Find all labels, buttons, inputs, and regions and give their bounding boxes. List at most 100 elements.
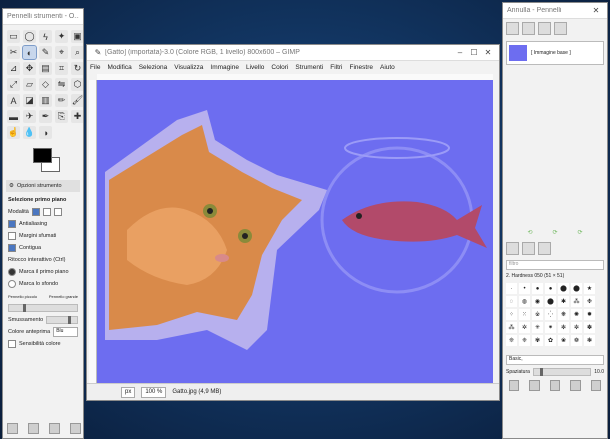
menu-file[interactable]: File <box>90 64 100 71</box>
mode-add-icon[interactable] <box>42 208 51 216</box>
brush-item[interactable]: ⁂ <box>506 322 517 333</box>
brush-item[interactable]: ❀ <box>558 335 569 346</box>
contiguous-row[interactable]: Contigua <box>3 242 83 254</box>
brush-item[interactable]: ✹ <box>584 309 595 320</box>
unit-select[interactable]: px <box>121 386 136 398</box>
new-brush-icon[interactable] <box>529 380 540 391</box>
brush-item[interactable]: ❊ <box>506 335 517 346</box>
brush-item[interactable]: ✼ <box>571 322 582 333</box>
scissors-tool-icon[interactable]: ✂ <box>7 46 20 59</box>
menu-layer[interactable]: Livello <box>246 64 264 71</box>
color-select-tool-icon[interactable]: ▣ <box>71 30 83 43</box>
paintbrush-tool-icon[interactable]: 🖌 <box>71 94 83 107</box>
paths-tab-icon[interactable] <box>538 22 551 35</box>
brush-item[interactable]: ✾ <box>532 335 543 346</box>
zoom-tool-icon[interactable]: ⌕ <box>71 46 83 59</box>
eraser-tool-icon[interactable]: ▬ <box>7 110 20 123</box>
brush-item[interactable]: · <box>506 283 517 294</box>
brush-item[interactable]: ⁕ <box>545 322 556 333</box>
airbrush-tool-icon[interactable]: ✈ <box>23 110 36 123</box>
text-tool-icon[interactable]: A <box>7 94 20 107</box>
cage-tool-icon[interactable]: ⬡ <box>71 78 83 91</box>
mode-subtract-icon[interactable] <box>53 208 62 216</box>
undo-icon[interactable]: ⟲ <box>527 229 532 236</box>
pencil-tool-icon[interactable]: ✏ <box>55 94 68 107</box>
history-item[interactable]: [ Immagine base ] <box>506 41 604 65</box>
foreground-select-tool-icon[interactable]: ◐ <box>22 45 37 60</box>
brush-item[interactable]: • <box>519 283 530 294</box>
minimize-icon[interactable]: – <box>453 48 467 57</box>
toolbox-titlebar[interactable]: Pennelli strumenti - O... <box>3 9 83 25</box>
duplicate-brush-icon[interactable] <box>549 380 561 391</box>
brush-item[interactable]: ◉ <box>532 296 543 307</box>
patterns-tab-icon[interactable] <box>522 242 535 255</box>
stroke-width-slider[interactable] <box>8 304 78 312</box>
brush-item[interactable]: ✱ <box>558 296 569 307</box>
feather-row[interactable]: Margini sfumati <box>3 230 83 242</box>
rotate-tool-icon[interactable]: ↻ <box>71 62 83 75</box>
paths-tool-icon[interactable]: ✎ <box>39 46 52 59</box>
image-canvas[interactable] <box>97 80 493 384</box>
gradient-tool-icon[interactable]: ▥ <box>39 94 52 107</box>
brush-item[interactable]: ❈ <box>519 335 530 346</box>
mark-foreground-radio[interactable] <box>8 268 16 276</box>
contiguous-checkbox[interactable] <box>8 244 16 252</box>
brush-item[interactable]: ※ <box>532 309 543 320</box>
brush-item[interactable]: ⬤ <box>558 283 569 294</box>
menu-tools[interactable]: Strumenti <box>295 64 323 71</box>
tool-options-tab[interactable]: ⚙ Opzioni strumento <box>6 180 80 192</box>
reset-options-icon[interactable] <box>70 423 81 434</box>
heal-tool-icon[interactable]: ✚ <box>71 110 83 123</box>
flip-tool-icon[interactable]: ⇋ <box>55 78 68 91</box>
fuzzy-select-tool-icon[interactable]: ✦ <box>55 30 68 43</box>
brush-item[interactable]: ● <box>545 283 556 294</box>
vertical-ruler[interactable] <box>89 80 97 384</box>
measure-tool-icon[interactable]: ⊿ <box>7 62 20 75</box>
blur-tool-icon[interactable]: 💧 <box>23 126 36 139</box>
zoom-select[interactable]: 100 % <box>141 386 167 398</box>
ellipse-select-tool-icon[interactable]: ◯ <box>23 30 36 43</box>
undo-tab-icon[interactable] <box>554 22 567 35</box>
menu-edit[interactable]: Modifica <box>107 64 131 71</box>
brush-item[interactable]: ⁛ <box>545 309 556 320</box>
stroke-width-knob[interactable] <box>22 304 26 312</box>
shear-tool-icon[interactable]: ▱ <box>23 78 36 91</box>
brush-item[interactable]: ⁂ <box>571 296 582 307</box>
dock-titlebar[interactable]: Annulla - Pennelli ✕ <box>503 3 607 19</box>
feather-checkbox[interactable] <box>8 232 16 240</box>
menu-view[interactable]: Visualizza <box>174 64 203 71</box>
redo-icon[interactable]: ⟳ <box>552 229 557 236</box>
close-icon[interactable]: ✕ <box>481 48 495 57</box>
brush-item[interactable]: ⁘ <box>506 309 517 320</box>
menu-windows[interactable]: Finestre <box>350 64 373 71</box>
brush-item[interactable]: ❁ <box>571 335 582 346</box>
antialiasing-row[interactable]: Antialiasing <box>3 218 83 230</box>
restore-options-icon[interactable] <box>28 423 39 434</box>
menu-help[interactable]: Aiuto <box>380 64 395 71</box>
edit-brush-icon[interactable] <box>509 380 520 391</box>
antialiasing-checkbox[interactable] <box>8 220 16 228</box>
image-titlebar[interactable]: ✎ [Gatto] (importata)-3.0 (Colore RGB, 1… <box>87 45 499 61</box>
maximize-icon[interactable]: ☐ <box>467 48 481 57</box>
brush-set-select[interactable]: Basic, <box>506 355 604 365</box>
smoothing-knob[interactable] <box>68 316 72 324</box>
layers-tab-icon[interactable] <box>506 22 519 35</box>
menu-select[interactable]: Seleziona <box>139 64 168 71</box>
brush-item[interactable]: ✺ <box>571 309 582 320</box>
dodge-burn-tool-icon[interactable]: ◑ <box>39 126 52 139</box>
rect-select-tool-icon[interactable]: ▭ <box>7 30 20 43</box>
gradients-tab-icon[interactable] <box>538 242 551 255</box>
brush-item[interactable]: ◍ <box>519 296 530 307</box>
mark-background-row[interactable]: Marca lo sfondo <box>3 278 83 290</box>
spacing-slider[interactable] <box>532 368 592 376</box>
mode-replace-icon[interactable] <box>31 208 40 216</box>
brush-item[interactable]: ✿ <box>545 335 556 346</box>
clear-history-icon[interactable]: ⟳ <box>578 229 583 236</box>
color-sensitivity-row[interactable]: Sensibilità colore <box>3 338 83 350</box>
brush-item[interactable]: ⬤ <box>545 296 556 307</box>
free-select-tool-icon[interactable]: ϟ <box>39 30 52 43</box>
ink-tool-icon[interactable]: ✒ <box>39 110 52 123</box>
color-sensitivity-checkbox[interactable] <box>8 340 16 348</box>
brush-item[interactable]: ✽ <box>584 322 595 333</box>
brush-item[interactable]: ❉ <box>584 296 595 307</box>
